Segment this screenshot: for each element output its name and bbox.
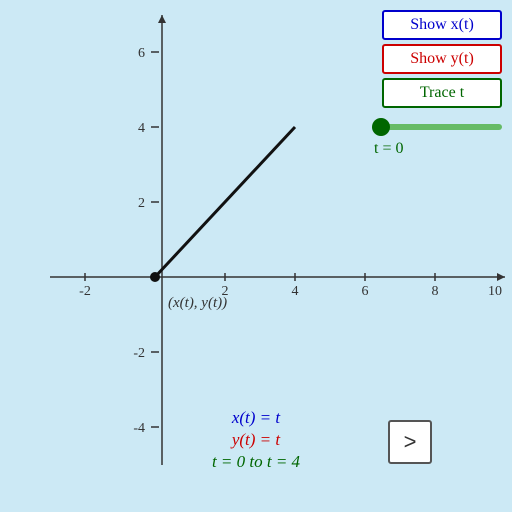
slider-bar — [372, 124, 502, 130]
show-y-button[interactable]: Show y(t) — [382, 44, 502, 74]
t-value-label: t = 0 — [374, 140, 403, 158]
svg-text:2: 2 — [222, 284, 229, 299]
formula-x: x(t) = t — [232, 408, 280, 428]
formula-y: y(t) = t — [232, 430, 280, 450]
slider-track[interactable] — [372, 118, 502, 136]
svg-text:2: 2 — [138, 196, 145, 211]
svg-text:-2: -2 — [133, 346, 145, 361]
show-x-button[interactable]: Show x(t) — [382, 10, 502, 40]
svg-text:-4: -4 — [133, 421, 145, 436]
formula-panel: x(t) = t y(t) = t t = 0 to t = 4 — [212, 408, 300, 472]
button-panel: Show x(t) Show y(t) Trace t — [382, 10, 502, 108]
slider-thumb[interactable] — [372, 118, 390, 136]
svg-text:4: 4 — [138, 121, 145, 136]
svg-text:6: 6 — [362, 284, 369, 299]
svg-text:8: 8 — [432, 284, 439, 299]
formula-t: t = 0 to t = 4 — [212, 452, 300, 472]
trace-button[interactable]: Trace t — [382, 78, 502, 108]
next-button[interactable]: > — [388, 420, 432, 464]
slider-container: t = 0 — [372, 118, 502, 158]
svg-text:-2: -2 — [79, 284, 91, 299]
svg-text:6: 6 — [138, 46, 145, 61]
svg-text:10: 10 — [488, 284, 502, 299]
svg-text:4: 4 — [292, 284, 299, 299]
